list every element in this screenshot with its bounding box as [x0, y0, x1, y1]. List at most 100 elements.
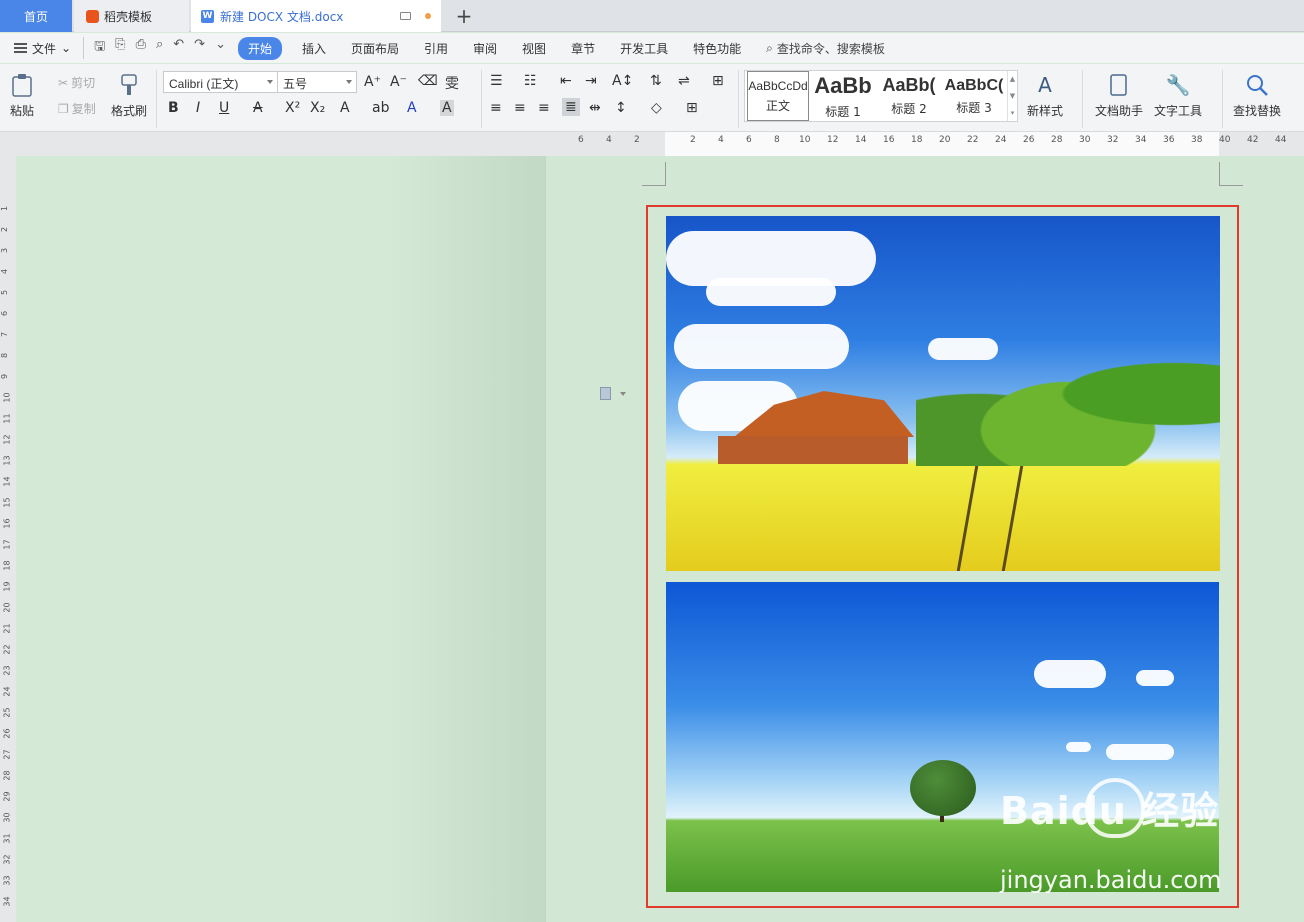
numbered-list-icon[interactable]: ☷ — [524, 73, 537, 89]
font-name-select[interactable]: Calibri (正文) — [163, 71, 278, 93]
justify-icon[interactable]: ≣ — [562, 98, 580, 116]
menu-tab-features[interactable]: 特色功能 — [693, 40, 741, 57]
superscript-icon[interactable]: X² — [285, 100, 300, 116]
find-replace-button[interactable]: 查找替换 — [1233, 72, 1281, 119]
text-effect-icon[interactable]: A — [340, 100, 350, 116]
plus-icon: + — [455, 4, 473, 28]
vertical-ruler[interactable]: 1 2 3 4 5 6 7 8 9 10 11 12 13 14 15 16 1… — [0, 156, 16, 922]
text-tools-button[interactable]: 🔧 文字工具 — [1154, 72, 1202, 119]
export-icon[interactable]: ⎘ — [115, 37, 125, 59]
paste-button[interactable]: 粘贴 — [10, 72, 34, 119]
style-heading-1[interactable]: AaBb 标题 1 — [811, 71, 875, 121]
align-center-icon[interactable]: ≡ — [514, 100, 526, 116]
table-icon[interactable]: ⊞ — [712, 73, 724, 89]
paste-label: 粘贴 — [10, 104, 35, 118]
bold-icon[interactable]: B — [168, 100, 179, 116]
style-heading-3[interactable]: AaBbC( 标题 3 — [942, 71, 1006, 121]
bullet-list-icon[interactable]: ☰ — [490, 73, 503, 89]
search-icon: ⌕ — [766, 40, 773, 55]
ruler-tick: 22 — [2, 644, 12, 655]
ruler-tick: 11 — [2, 413, 12, 424]
find-replace-label: 查找替换 — [1233, 104, 1282, 118]
menu-tab-page-layout[interactable]: 页面布局 — [351, 40, 399, 57]
font-color-icon[interactable]: A — [407, 100, 417, 116]
copy-button[interactable]: ❐ 复制 — [58, 100, 96, 117]
text-direction-icon[interactable]: A↕ — [612, 73, 633, 89]
format-painter-button[interactable]: 格式刷 — [111, 72, 147, 119]
ruler-tick: 34 — [1135, 135, 1147, 145]
highlight-icon[interactable]: ab — [372, 100, 389, 116]
ruler-tick: 16 — [883, 135, 895, 145]
menu-tab-review[interactable]: 审阅 — [473, 40, 497, 57]
menu-tab-references[interactable]: 引用 — [424, 40, 448, 57]
align-left-icon[interactable]: ≡ — [490, 100, 502, 116]
line-break-icon[interactable]: ⇌ — [678, 73, 690, 89]
print-preview-icon[interactable]: ⌕ — [156, 37, 163, 59]
align-right-icon[interactable]: ≡ — [538, 100, 550, 116]
horizontal-ruler[interactable]: 6 4 2 2 4 6 8 10 12 14 16 18 20 22 24 26… — [0, 132, 1304, 156]
ruler-tick: 36 — [1163, 135, 1175, 145]
chevron-up-icon[interactable]: ▲ — [1010, 75, 1015, 83]
print-icon[interactable]: ⎙ — [136, 37, 146, 59]
file-menu[interactable]: 文件 ⌄ — [14, 40, 71, 57]
tab-docer-label: 稻壳模板 — [104, 9, 153, 24]
shading-icon[interactable]: ◇ — [651, 100, 662, 116]
chevron-down-icon[interactable]: ▼ — [1010, 92, 1015, 100]
strikethrough-icon[interactable]: A — [253, 100, 263, 116]
tab-docer-templates[interactable]: 稻壳模板 — [74, 0, 189, 32]
tab-document[interactable]: W 新建 DOCX 文档.docx — [191, 0, 441, 32]
ruler-tick: 6 — [0, 310, 10, 317]
decrease-font-icon[interactable]: A⁻ — [390, 74, 407, 90]
cut-label: 剪切 — [71, 76, 96, 90]
ruler-tick: 31 — [2, 833, 12, 844]
style-heading-2[interactable]: AaBb( 标题 2 — [876, 71, 942, 121]
underline-icon[interactable]: U — [219, 100, 229, 116]
customize-icon[interactable]: ⌄ — [215, 37, 226, 59]
decrease-indent-icon[interactable]: ⇤ — [560, 73, 572, 89]
menu-tab-developer[interactable]: 开发工具 — [620, 40, 668, 57]
phonetic-guide-icon[interactable]: 雯 — [445, 73, 459, 93]
menu-tab-start[interactable]: 开始 — [237, 36, 282, 60]
font-size-value: 五号 — [283, 77, 308, 91]
ruler-tick: 1 — [0, 205, 10, 212]
ruler-tick: 25 — [2, 707, 12, 718]
scissors-icon: ✂ — [58, 75, 69, 90]
distribute-icon[interactable]: ⇹ — [589, 100, 601, 116]
paragraph-layout-icon[interactable] — [600, 387, 611, 400]
menu-tab-view[interactable]: 视图 — [522, 40, 546, 57]
command-search[interactable]: ⌕ 查找命令、搜索模板 — [766, 40, 885, 57]
undo-icon[interactable]: ↶ — [173, 37, 184, 59]
char-shading-icon[interactable]: A — [440, 100, 454, 116]
ruler-tick: 26 — [1023, 135, 1035, 145]
expand-icon[interactable]: ▾ — [1011, 109, 1015, 117]
ruler-tick: 10 — [2, 392, 12, 403]
tab-home[interactable]: 首页 — [0, 0, 72, 32]
file-menu-label: 文件 — [32, 41, 57, 56]
copy-label: 复制 — [71, 102, 96, 116]
menu-tab-insert[interactable]: 插入 — [302, 40, 326, 57]
new-tab-button[interactable]: + — [453, 0, 475, 32]
doc-assistant-button[interactable]: 文档助手 — [1095, 72, 1143, 119]
save-icon[interactable]: 🖫 — [94, 37, 105, 59]
monitor-icon[interactable] — [400, 12, 411, 20]
ruler-tick: 14 — [2, 476, 12, 487]
menu-tab-section[interactable]: 章节 — [571, 40, 595, 57]
increase-indent-icon[interactable]: ⇥ — [585, 73, 597, 89]
redo-icon[interactable]: ↷ — [194, 37, 205, 59]
subscript-icon[interactable]: X₂ — [310, 100, 325, 116]
borders-icon[interactable]: ⊞ — [686, 100, 698, 116]
clear-format-icon[interactable]: ⌫ — [418, 73, 438, 89]
new-style-button[interactable]: A 新样式 — [1027, 72, 1063, 119]
increase-font-icon[interactable]: A⁺ — [364, 74, 381, 90]
ruler-tick: 18 — [911, 135, 923, 145]
watermark-url: jingyan.baidu.com — [1000, 866, 1222, 894]
cut-button[interactable]: ✂ 剪切 — [58, 74, 95, 91]
font-size-select[interactable]: 五号 — [277, 71, 357, 93]
sort-icon[interactable]: ⇅ — [650, 73, 662, 89]
chevron-down-icon[interactable] — [620, 392, 626, 396]
italic-icon[interactable]: I — [196, 100, 200, 116]
style-normal[interactable]: AaBbCcDd 正文 — [747, 71, 809, 121]
styles-scrollbar[interactable]: ▲ ▼ ▾ — [1007, 71, 1017, 121]
line-spacing-icon[interactable]: ↕ — [615, 100, 627, 116]
ruler-tick: 20 — [2, 602, 12, 613]
